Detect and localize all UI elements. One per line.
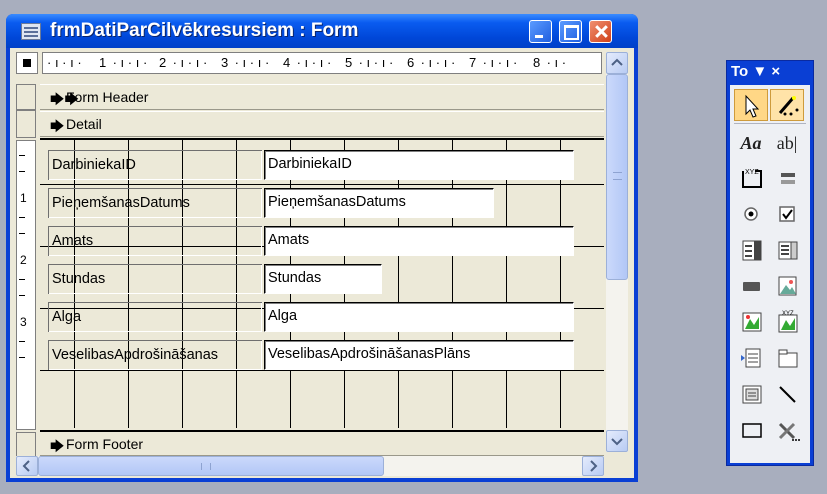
detail-section-grid[interactable]: DarbiniekaID DarbiniekaID PieņemšanasDat… [40, 138, 604, 428]
option-button-icon[interactable] [734, 199, 768, 231]
form-icon [21, 23, 41, 40]
bound-object-caption: XYZ [782, 311, 794, 317]
option-group-icon[interactable]: XYZ [734, 163, 768, 195]
form-header-label: Form Header [66, 89, 149, 105]
design-surface[interactable]: 🡆 Form Header 🡆 Detail DarbiniekaID Darb… [40, 84, 604, 464]
control-wizards-icon[interactable] [770, 89, 804, 121]
ruler-mark-7: 7 [469, 55, 477, 70]
form-footer-bar[interactable]: 🡆 Form Footer [40, 430, 604, 456]
toolbox-panel: To ▼ × Aa ab| XYZ XYZ [726, 60, 814, 466]
more-controls-icon[interactable] [770, 415, 804, 447]
form-selector[interactable] [16, 52, 38, 74]
field-label[interactable]: VeselibasApdrošināšanas [48, 340, 262, 370]
horizontal-ruler[interactable]: · ı · ı · 1 · ı · ı · 2 · ı · ı · 3 · ı … [42, 52, 602, 74]
command-button-icon[interactable] [734, 271, 768, 303]
form-footer-label: Form Footer [66, 436, 144, 452]
page-break-icon[interactable] [734, 343, 768, 375]
ruler-mark-1: 1 [99, 55, 107, 70]
scroll-down-button[interactable] [606, 430, 628, 452]
text-box[interactable]: DarbiniekaID [264, 150, 574, 180]
tab-control-icon[interactable] [770, 343, 804, 375]
text-box[interactable]: PieņemšanasDatums [264, 188, 494, 218]
vertical-scroll-thumb[interactable] [606, 74, 628, 280]
scroll-right-button[interactable] [582, 456, 604, 476]
field-label[interactable]: Alga [48, 302, 262, 332]
toolbox-body: Aa ab| XYZ XYZ [730, 85, 810, 463]
field-label[interactable]: Amats [48, 226, 262, 256]
size-grip [606, 456, 628, 476]
field-label[interactable]: DarbiniekaID [48, 150, 262, 180]
ruler-mark-2: 2 [159, 55, 167, 70]
toggle-button-icon[interactable] [770, 163, 804, 195]
close-button[interactable] [589, 20, 612, 43]
select-objects-icon[interactable] [734, 89, 768, 121]
subform-icon[interactable] [734, 379, 768, 411]
ruler-mark-6: 6 [407, 55, 415, 70]
combo-box-icon[interactable] [734, 235, 768, 267]
text-box[interactable]: Stundas [264, 264, 382, 294]
ruler-mark-3: 3 [221, 55, 229, 70]
horizontal-scroll-thumb[interactable] [38, 456, 384, 476]
text-box-icon[interactable]: ab| [770, 127, 804, 159]
form-header-bar[interactable]: 🡆 Form Header [40, 84, 604, 110]
image-icon[interactable] [770, 271, 804, 303]
minimize-button[interactable] [529, 20, 552, 43]
field-label[interactable]: PieņemšanasDatums [48, 188, 262, 218]
unbound-object-frame-icon[interactable] [734, 307, 768, 339]
rectangle-icon[interactable] [734, 415, 768, 447]
form-design-window: frmDatiParCilvēkresursiem : Form · ı · ı… [6, 14, 638, 482]
arrow-up-icon [611, 58, 623, 66]
ruler-mark-5: 5 [345, 55, 353, 70]
ruler-mark-4: 4 [283, 55, 291, 70]
form-client-area: · ı · ı · 1 · ı · ı · 2 · ı · ı · 3 · ı … [10, 48, 634, 478]
check-box-icon[interactable] [770, 199, 804, 231]
field-label[interactable]: Stundas [48, 264, 262, 294]
vertical-ruler[interactable]: 1 2 3 [16, 84, 38, 458]
vertical-scrollbar[interactable] [606, 52, 628, 452]
text-box[interactable]: Amats [264, 226, 574, 256]
arrow-down-icon: 🡆 [50, 118, 65, 134]
detail-bar[interactable]: 🡆 Detail [40, 111, 604, 137]
option-group-caption: XYZ [745, 169, 759, 176]
vruler-mark-3: 3 [20, 315, 27, 329]
label-icon[interactable]: Aa [734, 127, 768, 159]
window-title: frmDatiParCilvēkresursiem : Form [50, 20, 359, 41]
horizontal-scrollbar[interactable] [16, 456, 604, 476]
maximize-button[interactable] [559, 20, 582, 43]
list-box-icon[interactable] [770, 235, 804, 267]
text-box[interactable]: Alga [264, 302, 574, 332]
vruler-mark-2: 2 [20, 253, 27, 267]
bound-object-frame-icon[interactable]: XYZ [770, 307, 804, 339]
ruler-mark-8: 8 [533, 55, 541, 70]
arrow-down-icon [611, 438, 623, 446]
detail-label: Detail [66, 116, 102, 132]
arrow-left-icon [22, 460, 30, 472]
vruler-mark-1: 1 [20, 191, 27, 205]
arrow-right-icon [590, 460, 598, 472]
scroll-up-button[interactable] [606, 52, 628, 74]
scroll-left-button[interactable] [16, 456, 38, 476]
toolbox-title[interactable]: To ▼ × [731, 63, 780, 80]
line-icon[interactable] [770, 379, 804, 411]
window-titlebar[interactable]: frmDatiParCilvēkresursiem : Form [6, 14, 638, 48]
text-box[interactable]: VeselibasApdrošināšanasPlāns [264, 340, 574, 370]
